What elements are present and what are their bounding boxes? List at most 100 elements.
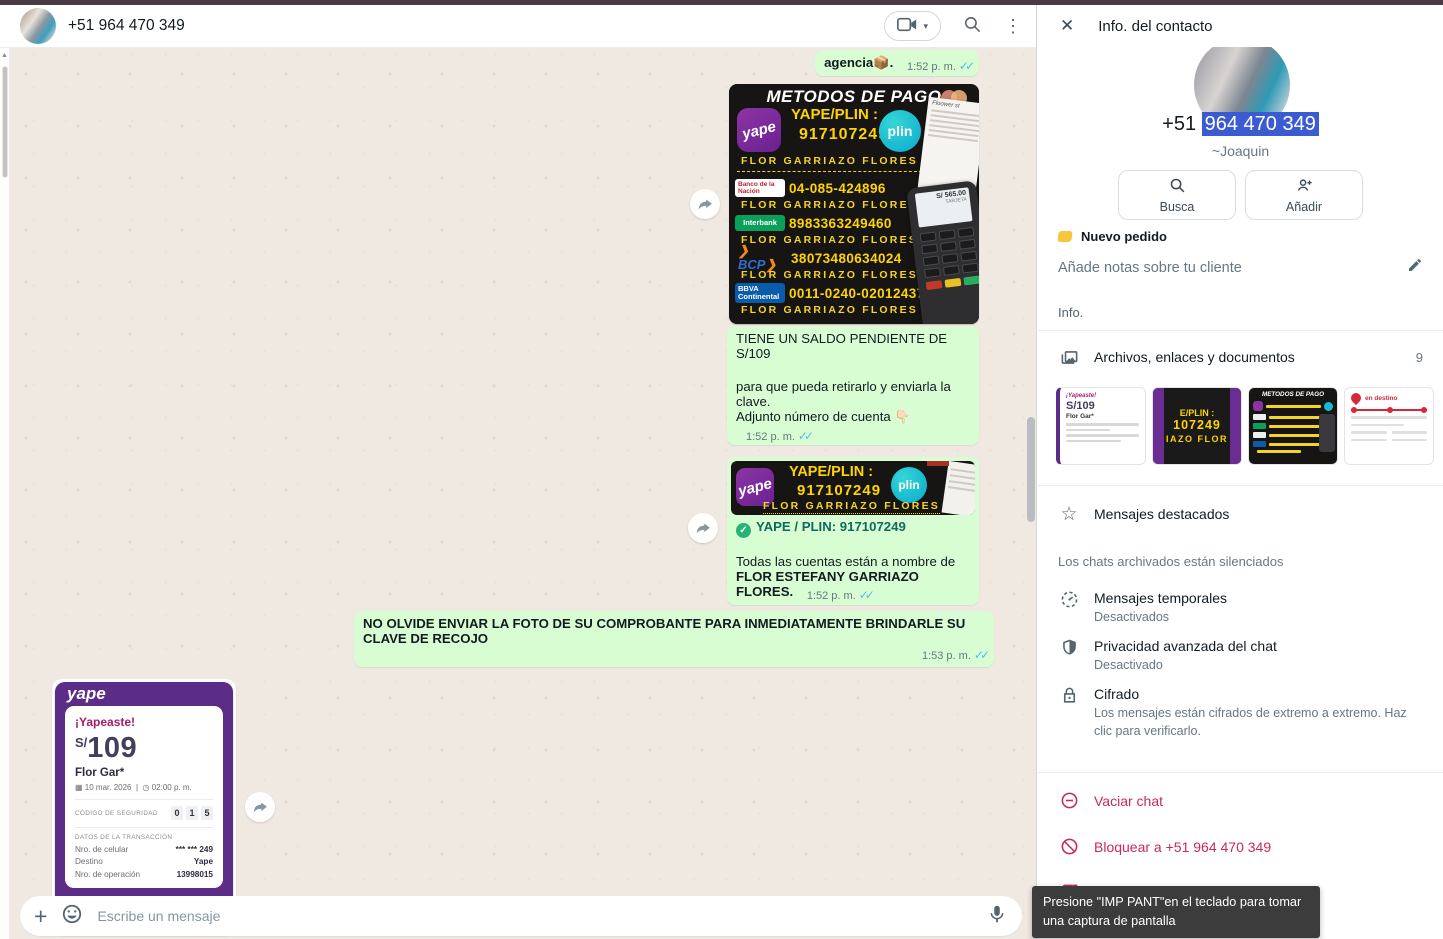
block-contact-row[interactable]: Bloquear a +51 964 470 349 <box>1058 835 1423 859</box>
chat-scrollbar-thumb[interactable] <box>1027 417 1035 522</box>
timer-icon <box>1058 590 1080 609</box>
yape-plin-label: YAPE/PLIN : <box>791 106 878 123</box>
chat-title[interactable]: +51 964 470 349 <box>68 17 884 35</box>
scrollbar-thumb[interactable] <box>2 66 8 178</box>
owner-name: FLOR GARRIAZO FLORES <box>741 155 918 167</box>
plin-logo: plin <box>879 110 921 152</box>
yape-logo: yape <box>67 684 106 704</box>
block-icon <box>1058 837 1080 856</box>
security-code-digits: 015 <box>171 806 213 820</box>
forward-icon[interactable] <box>688 513 718 543</box>
bbva-logo: BBVA Continental <box>735 283 785 304</box>
window-top-strip <box>0 0 1443 5</box>
search-in-chat-button[interactable]: Busca <box>1118 170 1236 220</box>
clock-icon: ◷ <box>142 783 149 792</box>
receipt-amount: S/109 <box>75 732 213 765</box>
read-ticks-icon: ✓✓ <box>971 648 986 662</box>
message-bubble[interactable]: yape YAPE/PLIN : 917107249 plin FLOR GAR… <box>727 457 979 605</box>
receipt-card: ¡Yapeaste! S/109 Flor Gar* ▦ 10 mar. 202… <box>65 706 223 888</box>
left-scrollbar[interactable]: ▲ <box>0 48 10 939</box>
close-icon[interactable]: ✕ <box>1060 16 1074 36</box>
video-call-button[interactable]: ▾ <box>884 11 941 41</box>
caption-line: ✓YAPE / PLIN: 917107249 <box>736 519 970 536</box>
bank-accounts: Banco de la Nación 04-085-424896 FLOR GA… <box>735 176 923 317</box>
search-chat-button[interactable] <box>963 15 982 37</box>
forward-icon[interactable] <box>245 792 275 822</box>
message-line: TIENE UN SALDO PENDIENTE DE S/109 <box>736 331 971 361</box>
receipt-datetime: ▦ 10 mar. 2026 | ◷ 02:00 p. m. <box>75 783 213 792</box>
contact-pushname: ~Joaquin <box>1038 143 1443 159</box>
yape-plin-banner-image[interactable]: yape YAPE/PLIN : 917107249 plin FLOR GAR… <box>731 461 975 515</box>
lock-icon <box>1058 686 1080 705</box>
message-line: Adjunto número de cuenta 👇🏻 1:52 p. m.✓✓ <box>736 409 971 440</box>
forward-icon[interactable] <box>690 189 720 219</box>
media-thumb-yape-plin[interactable]: E/PLIN : 107249 IAZO FLOR <box>1152 387 1242 465</box>
contact-phone[interactable]: +51 964 470 349 <box>1038 113 1443 136</box>
panel-title: Info. del contacto <box>1098 18 1212 35</box>
customer-notes-row[interactable]: Añade notas sobre tu cliente <box>1058 257 1423 278</box>
message-line: para que pueda retirarlo y enviarla la c… <box>736 379 971 409</box>
media-links-docs-row[interactable]: Archivos, enlaces y documentos 9 <box>1058 331 1423 383</box>
search-icon <box>1169 177 1186 197</box>
receipt-row: Nro. de celular*** *** 249 <box>75 845 213 854</box>
caption-line: FLOR ESTEFANY GARRIAZO FLORES. 1:52 p. m… <box>736 569 970 599</box>
read-ticks-icon: ✓✓ <box>795 429 810 443</box>
receipt-paper-graphic <box>942 461 975 515</box>
media-thumb-payment-methods[interactable]: METODOS DE PAGO <box>1248 387 1338 465</box>
yape-app-icon: yape <box>737 108 781 152</box>
order-status-row[interactable]: Nuevo pedido <box>1058 229 1443 244</box>
search-icon <box>963 15 982 37</box>
map-pin-icon <box>1349 391 1363 405</box>
minus-circle-icon <box>1058 791 1080 810</box>
message-meta: 1:53 p. m.✓✓ <box>363 648 986 662</box>
media-thumb-tracking[interactable]: en destino <box>1344 387 1434 465</box>
message-text: agencia📦. <box>824 55 893 70</box>
label-tag-icon <box>1057 231 1073 242</box>
receipt-row: DestinoYape <box>75 857 213 866</box>
bank-row-bbva: BBVA Continental 0011-0240-0201243721 <box>735 283 923 303</box>
avatar[interactable] <box>20 8 56 44</box>
image-caption: ✓YAPE / PLIN: 917107249 Todas las cuenta… <box>731 515 975 599</box>
media-thumbnails: ¡Yapeaste! S/109 Flor Gar* E/PLIN : 1072… <box>1056 387 1443 465</box>
person-add-icon <box>1296 177 1313 197</box>
message-outgoing-text[interactable]: TIENE UN SALDO PENDIENTE DE S/109 para q… <box>727 326 979 445</box>
conversation-area: agencia📦. 1:52 p. m.✓✓ METODOS DE PAGO y… <box>0 48 1036 939</box>
shield-icon <box>1058 638 1080 657</box>
emoji-sticker-icon[interactable] <box>61 903 83 930</box>
starred-messages-row[interactable]: ☆ Mensajes destacados <box>1058 500 1423 528</box>
info-section-label: Info. <box>1058 305 1443 320</box>
clear-chat-row[interactable]: Vaciar chat <box>1058 789 1423 813</box>
attach-plus-icon[interactable]: + <box>34 903 47 930</box>
microphone-icon[interactable] <box>986 903 1008 930</box>
bank-row-bcp: ❯BCP❯ 38073480634024 <box>735 248 923 268</box>
chevron-down-icon: ▾ <box>923 21 928 32</box>
pencil-icon <box>1407 257 1423 278</box>
encryption-row[interactable]: Cifrado Los mensajes están cifrados de e… <box>1058 686 1423 740</box>
whatsapp-window: +51 964 470 349 ▾ ⋮ agencia� <box>0 0 1443 939</box>
green-check-icon: ✓ <box>736 523 751 538</box>
media-thumb-receipt[interactable]: ¡Yapeaste! S/109 Flor Gar* <box>1056 387 1146 465</box>
add-contact-button[interactable]: Añadir <box>1245 170 1363 220</box>
message-input[interactable]: Escribe un mensaje <box>97 908 986 924</box>
disappearing-messages-row[interactable]: Mensajes temporales Desactivados <box>1058 590 1423 626</box>
banco-nacion-logo: Banco de la Nación <box>735 179 785 197</box>
panel-header: ✕ Info. del contacto <box>1038 5 1443 47</box>
advanced-privacy-row[interactable]: Privacidad avanzada del chat Desactivado <box>1058 638 1423 674</box>
receipt-paper-graphic: Floower st <box>918 97 979 195</box>
security-code-row: CÓDIGO DE SEGURIDAD 015 <box>75 806 213 820</box>
media-count: 9 <box>1416 350 1423 365</box>
panel-body: +51 964 470 349 ~Joaquin Busca Añadir Nu… <box>1038 113 1443 939</box>
archived-chats-note: Los chats archivados están silenciados <box>1058 554 1443 569</box>
message-outgoing-image: METODOS DE PAGO yape YAPE/PLIN : 9171072… <box>690 84 979 324</box>
message-outgoing-text[interactable]: NO OLVIDE ENVIAR LA FOTO DE SU COMPROBAN… <box>354 611 994 667</box>
plin-logo: plin <box>891 467 927 503</box>
payment-methods-image[interactable]: METODOS DE PAGO yape YAPE/PLIN : 9171072… <box>729 84 979 324</box>
bank-row-nacion: Banco de la Nación 04-085-424896 <box>735 178 923 198</box>
message-outgoing-text[interactable]: agencia📦. 1:52 p. m.✓✓ <box>815 50 979 76</box>
media-stack-icon <box>1058 348 1080 367</box>
yape-receipt-image[interactable]: yape ¡Yapeaste! S/109 Flor Gar* ▦ 10 mar… <box>55 682 233 932</box>
read-ticks-icon: ✓✓ <box>856 588 871 602</box>
yape-plin-number: 917107249 <box>799 126 888 144</box>
menu-kebab-icon[interactable]: ⋮ <box>1004 16 1022 37</box>
scroll-up-icon[interactable]: ▲ <box>1 52 8 59</box>
